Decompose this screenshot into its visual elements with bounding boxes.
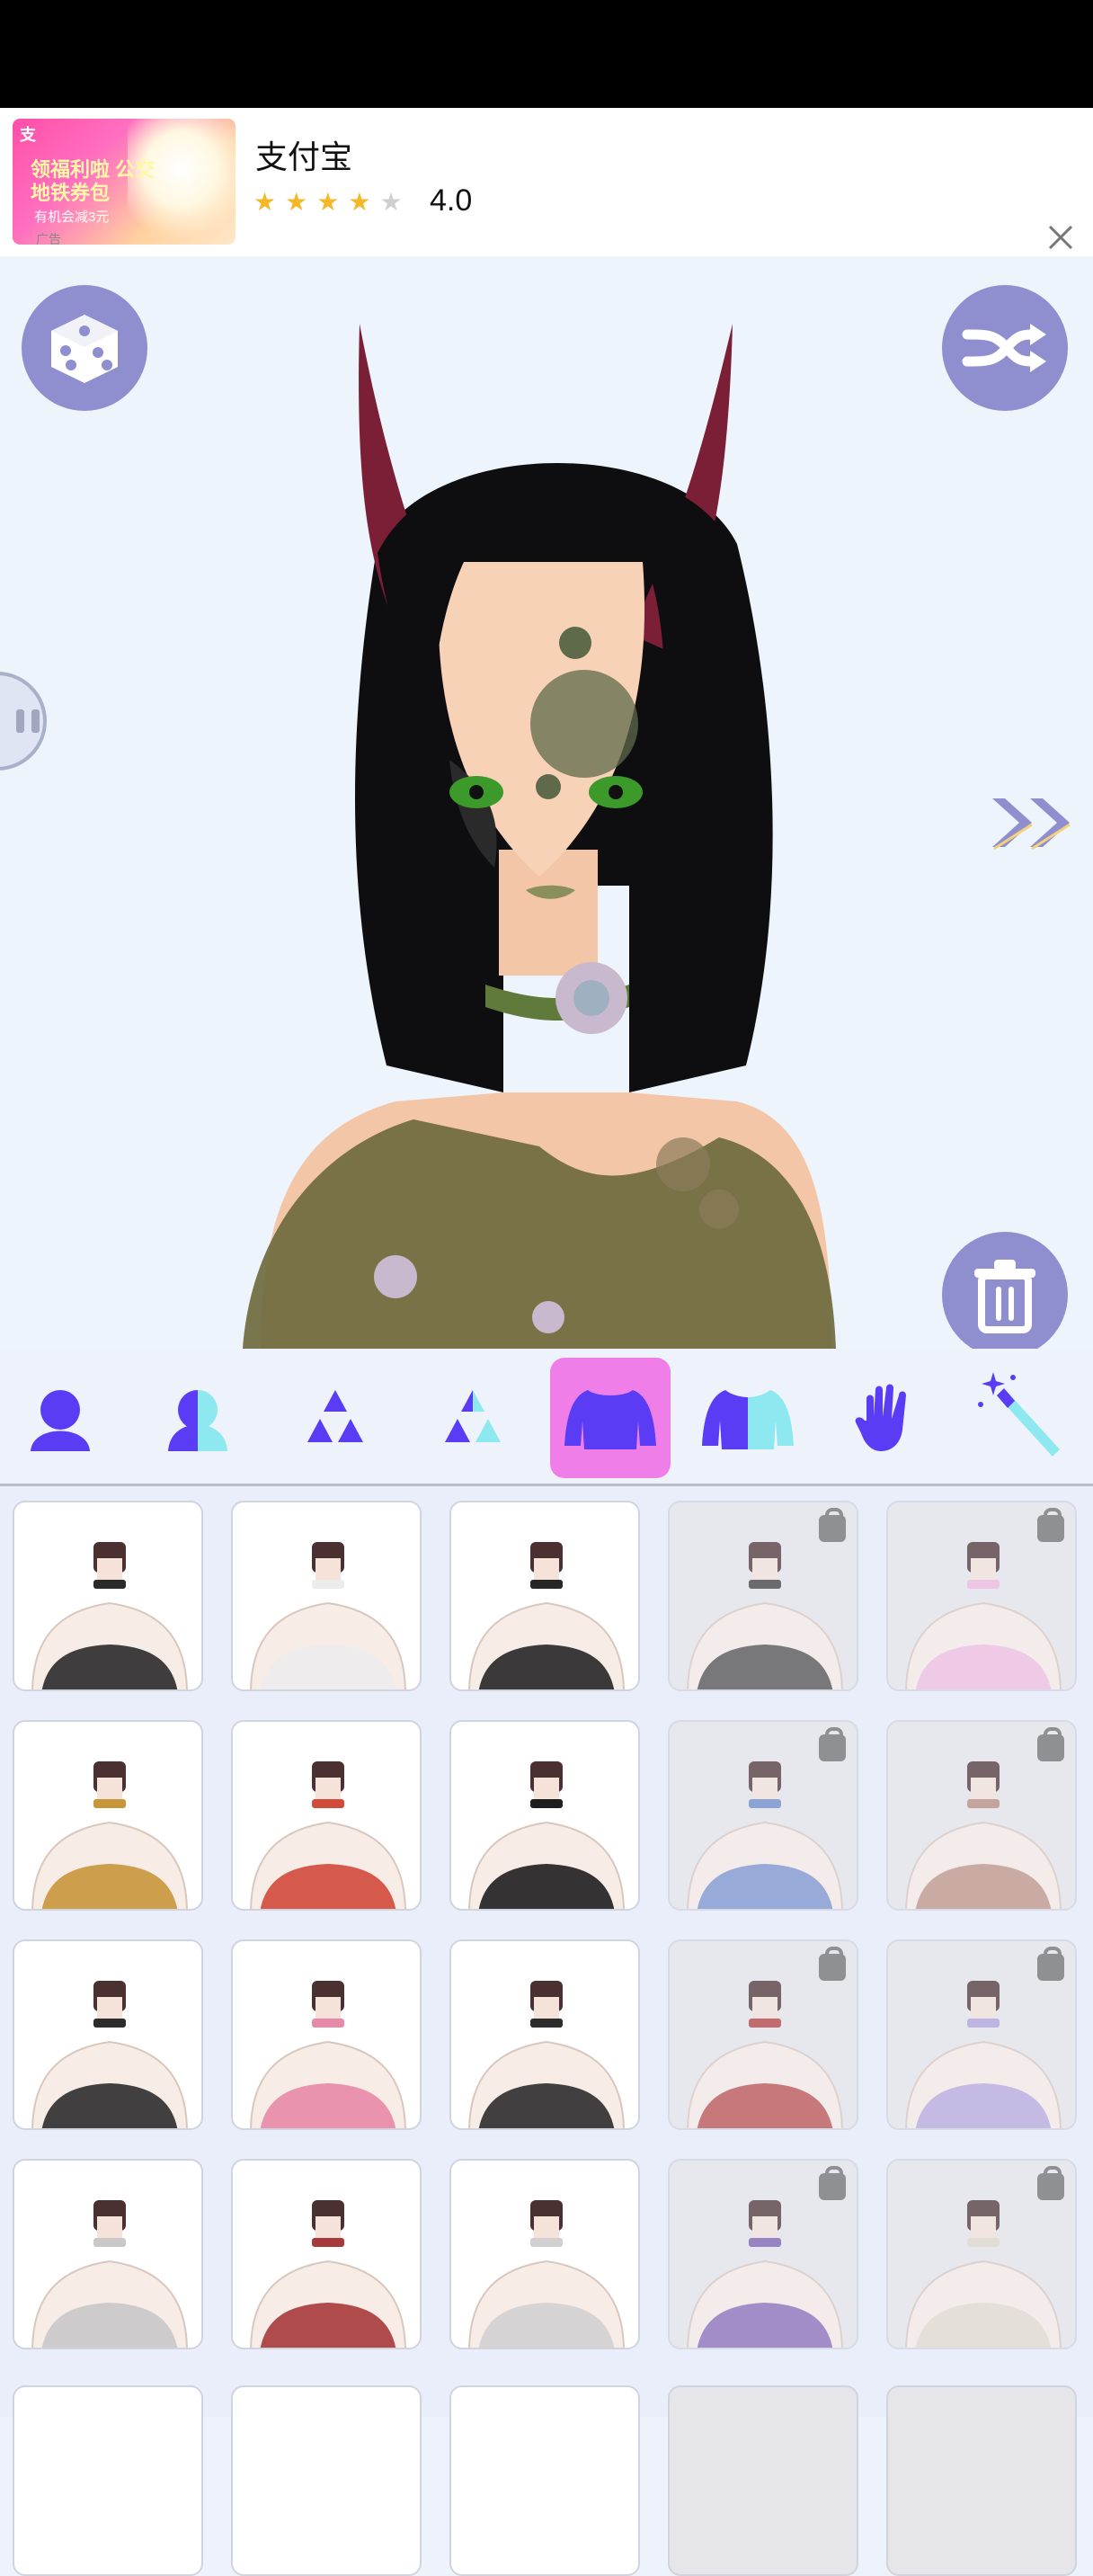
outfit-item-partial[interactable] [886, 2385, 1077, 2576]
magic-wand-icon [978, 1372, 1060, 1457]
ad-rating-stars: ★ ★ ★ ★ ★ [253, 187, 403, 217]
ad-thumb-corner: 支 [20, 126, 36, 144]
outfit-item-partial[interactable] [231, 2385, 422, 2576]
lock-icon [1037, 1727, 1064, 1761]
category-effects[interactable] [963, 1358, 1083, 1478]
outfit-preview [31, 1761, 188, 1909]
item-grid [0, 1486, 1093, 2576]
outfit-item-pink-nurse[interactable] [886, 1501, 1077, 1691]
ad-thumb-sub: 有机会减3元 [34, 209, 110, 225]
outfit-preview [250, 1981, 406, 2128]
outfit-item-partial[interactable] [13, 2385, 203, 2576]
outfit-item-black-tie-bikini[interactable] [13, 1939, 203, 2130]
outfit-item-spiked-harness[interactable] [449, 1939, 640, 2130]
lock-icon [1037, 1947, 1064, 1981]
hand-icon [855, 1384, 906, 1451]
category-toolbar [0, 1349, 1093, 1486]
star-icon: ★ [316, 188, 340, 216]
close-icon[interactable] [1044, 221, 1077, 254]
double-chevron-right-icon[interactable] [989, 791, 1079, 854]
lock-icon [819, 2166, 846, 2200]
star-icon: ★ [253, 188, 277, 216]
outfit-preview [31, 1981, 188, 2128]
status-bar [0, 0, 1093, 108]
sweater-icon [564, 1390, 656, 1449]
outfit-preview [468, 1542, 625, 1689]
outfit-item-red-sash[interactable] [231, 1720, 422, 1911]
triangles-half-icon [445, 1390, 501, 1442]
outfit-item-partial[interactable] [449, 2385, 640, 2576]
star-icon: ★ [348, 188, 371, 216]
ad-thumbnail[interactable]: 支 领福利啦 公交地铁券包 有机会减3元 广告 [13, 119, 235, 245]
star-empty-icon: ★ [379, 188, 403, 216]
category-hands[interactable] [825, 1358, 946, 1478]
outfit-item-black-offshoulder[interactable] [13, 1501, 203, 1691]
outfit-item-skeleton-top[interactable] [449, 2159, 640, 2349]
sweater-half-icon [702, 1390, 794, 1449]
lock-icon [819, 1947, 846, 1981]
outfit-item-fishnet-top[interactable] [13, 2159, 203, 2349]
trash-icon [974, 1260, 1035, 1333]
outfit-preview [468, 2200, 625, 2348]
outfit-preview [250, 1761, 406, 1909]
shuffle-icon [962, 324, 1046, 372]
lock-icon [1037, 2166, 1064, 2200]
outfit-item-partial[interactable] [668, 2385, 858, 2576]
ad-thumb-headline: 领福利啦 公交地铁券包 [31, 158, 156, 204]
outfit-preview [31, 2200, 188, 2348]
outfit-item-rose-bustier[interactable] [231, 2159, 422, 2349]
triangles-icon [307, 1390, 363, 1442]
ad-banner[interactable]: 支 领福利啦 公交地铁券包 有机会减3元 广告 支付宝 ★ ★ ★ ★ ★ 4.… [0, 108, 1093, 256]
outfit-item-blue-bow-lace[interactable] [668, 1720, 858, 1911]
outfit-preview [250, 1542, 406, 1689]
outfit-preview [31, 1542, 188, 1689]
outfit-item-pink-bow-halter[interactable] [231, 1939, 422, 2130]
category-tops-color[interactable] [688, 1358, 808, 1478]
star-icon: ★ [285, 188, 308, 216]
outfit-item-pentagram-harness[interactable] [449, 1720, 640, 1911]
category-tops[interactable] [550, 1358, 671, 1478]
outfit-item-white-wrap[interactable] [231, 1501, 422, 1691]
character-canvas [0, 256, 1093, 1349]
outfit-item-black-strap[interactable] [449, 1501, 640, 1691]
outfit-preview [468, 1981, 625, 2128]
outfit-preview [250, 2200, 406, 2348]
outfit-item-sailor-collar[interactable] [886, 1939, 1077, 2130]
outfit-item-egyptian-collar[interactable] [13, 1720, 203, 1911]
outfit-item-purple-halter[interactable] [668, 2159, 858, 2349]
dice-icon [51, 315, 118, 383]
outfit-preview [468, 1761, 625, 1909]
category-features[interactable] [275, 1358, 395, 1478]
ad-rating-value: 4.0 [430, 183, 473, 218]
category-body[interactable] [0, 1358, 120, 1478]
lock-icon [1037, 1508, 1064, 1542]
pause-icon [16, 709, 40, 733]
outfit-item-fur-collar[interactable] [668, 1501, 858, 1691]
delete-button[interactable] [942, 1232, 1068, 1349]
lock-icon [819, 1727, 846, 1761]
shuffle-button[interactable] [942, 285, 1068, 411]
category-body-color[interactable] [138, 1358, 258, 1478]
outfit-item-cross-necklace-top[interactable] [886, 2159, 1077, 2349]
silhouette-icon [31, 1390, 90, 1451]
random-dice-button[interactable] [22, 285, 147, 411]
character-illustration [243, 324, 836, 1349]
category-features-color[interactable] [413, 1358, 533, 1478]
silhouette-half-icon [168, 1390, 227, 1451]
lock-icon [819, 1508, 846, 1542]
ad-app-name: 支付宝 [255, 138, 353, 175]
outfit-item-ruffle-red-bows[interactable] [668, 1939, 858, 2130]
ad-thumb-tag: 广告 [36, 232, 61, 245]
outfit-item-plaid-red-bow[interactable] [886, 1720, 1077, 1911]
